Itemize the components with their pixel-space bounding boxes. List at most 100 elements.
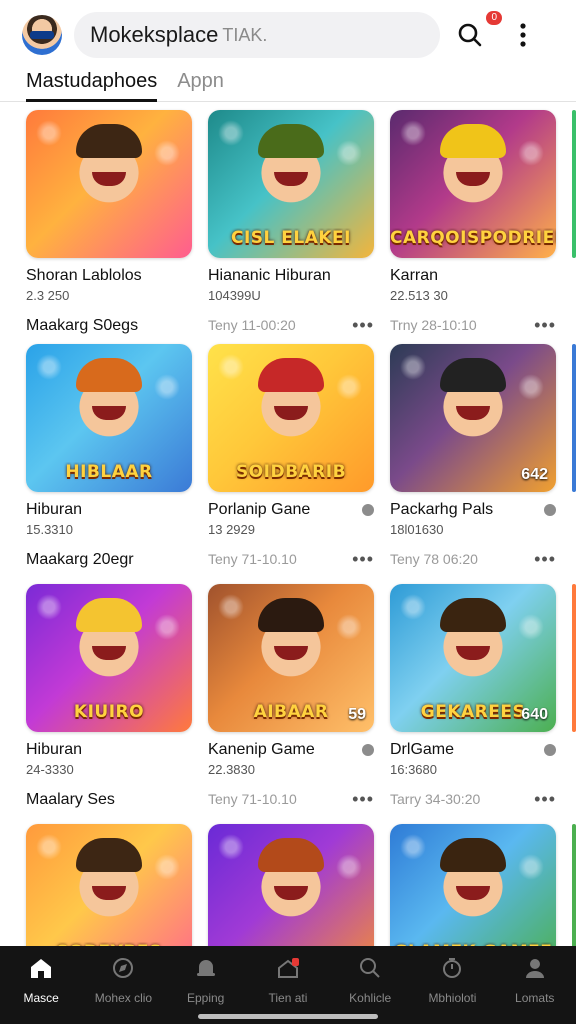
game-title-row: Karran <box>390 266 556 286</box>
game-card[interactable]: AIBAAR 59 Kanenip Game 22.3830 Teny 71-10.10… <box>208 584 374 808</box>
game-title-row: Kanenip Game <box>208 740 374 760</box>
avatar[interactable] <box>22 15 62 55</box>
sparkle-decoration <box>400 354 426 380</box>
section-label: Maakarg S0egs <box>26 317 139 334</box>
game-card[interactable] <box>208 824 374 946</box>
game-thumbnail[interactable]: SODEYBES <box>26 824 192 946</box>
nav-item-home[interactable]: Masce <box>0 946 82 1024</box>
tab-bar: Mastudaphoes Appn <box>0 70 576 102</box>
character-illustration <box>252 598 330 678</box>
sparkle-decoration <box>36 120 62 146</box>
character-illustration <box>434 358 512 438</box>
game-meta-row: Teny 71-10.10 ••• <box>208 790 374 808</box>
game-thumbnail[interactable]: CARQOISPODRIEL <box>390 110 556 258</box>
game-stats: 13 2929 <box>208 522 255 537</box>
game-grid: Shoran Lablolos 2.3 250 Maakarg S0egs CISL … <box>0 102 576 946</box>
more-horizontal-icon[interactable]: ••• <box>352 550 374 568</box>
game-card[interactable]: 642 Packarhg Pals 18l01630 Teny 78 06:20 ••• <box>390 344 556 568</box>
game-timestamp: Tarry 34-30:20 <box>390 791 481 807</box>
profile-icon <box>522 956 548 985</box>
game-title-row: Porlanip Gane <box>208 500 374 520</box>
character-illustration <box>252 358 330 438</box>
game-card[interactable]: SOIDBARIB Porlanip Gane 13 2929 Teny 71-10.… <box>208 344 374 568</box>
game-thumbnail[interactable]: 642 <box>390 344 556 492</box>
game-thumbnail[interactable]: GEKAREES 640 <box>390 584 556 732</box>
more-horizontal-icon[interactable]: ••• <box>534 790 556 808</box>
nav-item-compass[interactable]: Mohex clio <box>82 946 164 1024</box>
search-bar[interactable]: Mokeksplace TIAK. <box>74 12 440 58</box>
game-meta-row: Tarry 34-30:20 ••• <box>390 790 556 808</box>
game-title: DrlGame <box>390 741 455 758</box>
nav-item-profile[interactable]: Lomats <box>494 946 576 1024</box>
kebab-menu-icon <box>520 23 526 47</box>
sparkle-decoration <box>154 614 180 640</box>
game-card[interactable]: HIBLAAR Hiburan 15.3310 Maakarg 20egr <box>26 344 192 569</box>
sparkle-decoration <box>218 120 244 146</box>
game-timestamp: Teny 71-10.10 <box>208 791 297 807</box>
next-column-peek[interactable] <box>572 584 576 732</box>
more-horizontal-icon[interactable]: ••• <box>534 316 556 334</box>
more-horizontal-icon[interactable]: ••• <box>534 550 556 568</box>
game-title-row: Packarhg Pals <box>390 500 556 520</box>
character-illustration <box>70 358 148 438</box>
more-horizontal-icon[interactable]: ••• <box>352 790 374 808</box>
game-thumbnail[interactable]: GLAMEK GAMEE <box>390 824 556 946</box>
home-indicator[interactable] <box>198 1014 378 1019</box>
game-card[interactable]: CISL ELAKEI Hiananic Hiburan 104399U Teny 1… <box>208 110 374 334</box>
search-input[interactable]: Mokeksplace <box>90 22 218 48</box>
more-horizontal-icon[interactable]: ••• <box>352 316 374 334</box>
nav-item-clock[interactable]: Mbhioloti <box>411 946 493 1024</box>
status-dot-icon <box>544 744 556 756</box>
nav-item-bell[interactable]: Epping <box>165 946 247 1024</box>
tab-mastudaphoes[interactable]: Mastudaphoes <box>26 70 158 102</box>
game-title: Kanenip Game <box>208 741 315 758</box>
top-bar: Mokeksplace TIAK. 0 <box>0 0 576 70</box>
character-illustration <box>252 838 330 918</box>
sparkle-decoration <box>336 374 362 400</box>
game-logo-text: CARQOISPODRIEL <box>390 228 556 248</box>
game-card[interactable]: GLAMEK GAMEE <box>390 824 556 946</box>
sparkle-decoration <box>336 854 362 880</box>
game-title-row: Hiananic Hiburan <box>208 266 374 286</box>
search-button[interactable]: 0 <box>452 11 502 53</box>
game-thumbnail[interactable]: CISL ELAKEI <box>208 110 374 258</box>
game-title: Packarhg Pals <box>390 501 494 518</box>
next-column-peek[interactable] <box>572 344 576 492</box>
game-timestamp: Teny 78 06:20 <box>390 551 478 567</box>
nav-item-cart[interactable]: Tien ati <box>247 946 329 1024</box>
game-title: Hiburan <box>26 501 83 518</box>
nav-item-search[interactable]: Kohlicle <box>329 946 411 1024</box>
search-hint: TIAK. <box>222 24 268 45</box>
game-thumbnail[interactable]: KIUIRO <box>26 584 192 732</box>
game-thumbnail[interactable]: HIBLAAR <box>26 344 192 492</box>
game-thumbnail[interactable] <box>26 110 192 258</box>
game-logo-text: CISL ELAKEI <box>230 228 351 248</box>
game-stats: 22.513 30 <box>390 288 448 303</box>
sparkle-decoration <box>154 854 180 880</box>
sparkle-decoration <box>518 374 544 400</box>
game-title: Shoran Lablolos <box>26 267 142 284</box>
game-title-row: Hiburan <box>26 500 192 520</box>
game-thumbnail[interactable] <box>208 824 374 946</box>
game-thumbnail[interactable]: AIBAAR 59 <box>208 584 374 732</box>
next-column-peek[interactable] <box>572 110 576 258</box>
game-card[interactable]: Shoran Lablolos 2.3 250 Maakarg S0egs <box>26 110 192 335</box>
game-meta-row: Teny 78 06:20 ••• <box>390 550 556 568</box>
next-column-peek[interactable] <box>572 824 576 946</box>
game-logo-text: HIBLAAR <box>65 462 153 482</box>
more-options-button[interactable] <box>508 17 538 53</box>
game-title: Porlanip Gane <box>208 501 311 518</box>
game-card[interactable]: CARQOISPODRIEL Karran 22.513 30 Trny 28-10:… <box>390 110 556 334</box>
game-thumbnail[interactable]: SOIDBARIB <box>208 344 374 492</box>
tab-appn[interactable]: Appn <box>177 70 224 99</box>
sparkle-decoration <box>518 614 544 640</box>
game-stats: 22.3830 <box>208 762 255 777</box>
sparkle-decoration <box>518 140 544 166</box>
game-card[interactable]: KIUIRO Hiburan 24-3330 Maalary Ses <box>26 584 192 809</box>
sparkle-decoration <box>218 354 244 380</box>
nav-label: Tien ati <box>268 991 308 1005</box>
game-card[interactable]: GEKAREES 640 DrlGame 16:3680 Tarry 34-30:20 •… <box>390 584 556 808</box>
game-meta-row: Teny 71-10.10 ••• <box>208 550 374 568</box>
game-meta-row: Trny 28-10:10 ••• <box>390 316 556 334</box>
game-card[interactable]: SODEYBES <box>26 824 192 946</box>
